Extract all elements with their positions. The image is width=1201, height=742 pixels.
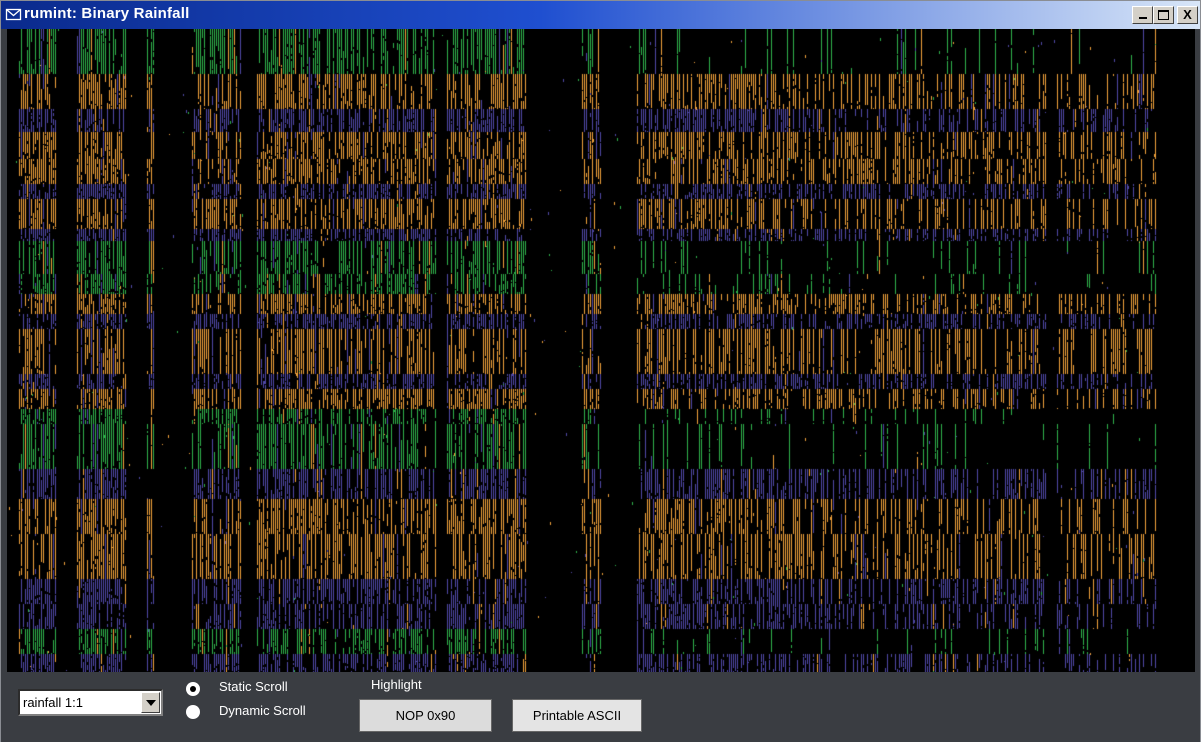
close-button[interactable]: X — [1177, 6, 1198, 24]
binary-rainfall-display — [7, 29, 1195, 672]
window-title: rumint: Binary Rainfall — [24, 5, 190, 22]
printable-ascii-button[interactable]: Printable ASCII — [512, 699, 642, 732]
control-panel: rainfall 1:1 Static Scroll Dynamic Scrol… — [1, 672, 1200, 742]
static-scroll-label[interactable]: Static Scroll — [219, 679, 288, 694]
maximize-icon — [1158, 10, 1169, 20]
view-mode-select[interactable]: rainfall 1:1 — [18, 689, 163, 716]
nop-highlight-button[interactable]: NOP 0x90 — [359, 699, 492, 732]
maximize-button[interactable] — [1153, 6, 1174, 24]
app-window: rumint: Binary Rainfall X rainfall 1:1 S… — [0, 0, 1201, 742]
chevron-down-icon[interactable] — [141, 692, 160, 713]
envelope-icon — [5, 8, 22, 21]
minimize-icon — [1138, 17, 1147, 19]
dynamic-scroll-radio[interactable] — [186, 705, 200, 719]
dynamic-scroll-label[interactable]: Dynamic Scroll — [219, 703, 306, 718]
highlight-label: Highlight — [371, 677, 422, 692]
title-bar[interactable]: rumint: Binary Rainfall X — [1, 1, 1200, 29]
static-scroll-radio[interactable] — [186, 682, 200, 696]
view-mode-value: rainfall 1:1 — [23, 695, 83, 710]
minimize-button[interactable] — [1132, 6, 1153, 24]
